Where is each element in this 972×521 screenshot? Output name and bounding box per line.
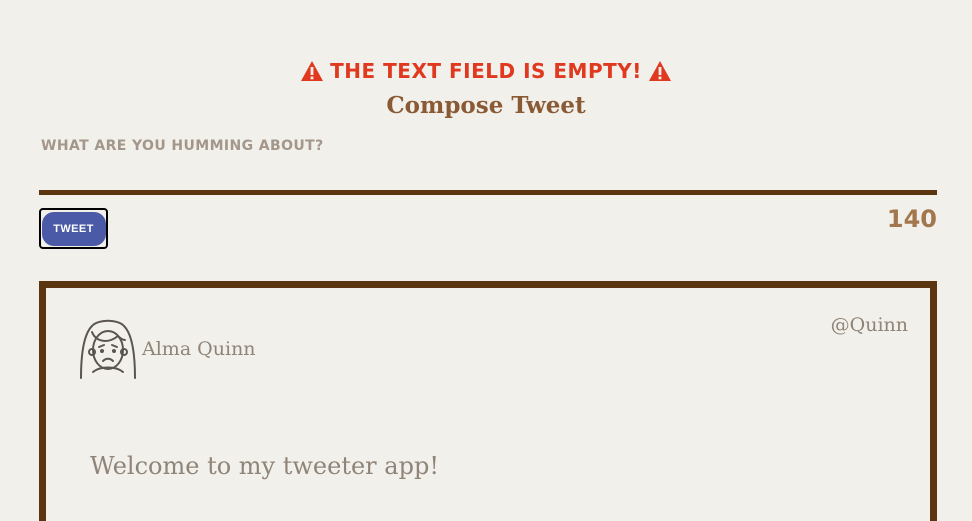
tweet-button-label: Tweet: [41, 211, 106, 246]
tweet-text: Welcome to my tweeter app!: [90, 452, 439, 480]
tweet-card: Alma Quinn @Quinn Welcome to my tweeter …: [39, 281, 937, 521]
tweet-author-name: Alma Quinn: [142, 338, 256, 360]
error-banner: The text field is empty!: [0, 56, 972, 86]
error-message: The text field is empty!: [330, 59, 642, 83]
warning-icon: [300, 60, 324, 82]
tweet-button[interactable]: Tweet: [39, 208, 108, 249]
character-counter: 140: [886, 205, 937, 233]
warning-icon: [648, 60, 672, 82]
compose-title: Compose Tweet: [386, 92, 586, 119]
tweet-text-input[interactable]: [39, 160, 937, 195]
compose-prompt-label: What are you humming about?: [41, 138, 324, 154]
tweet-author-handle: @Quinn: [830, 314, 908, 336]
user-avatar-icon: [78, 314, 138, 380]
